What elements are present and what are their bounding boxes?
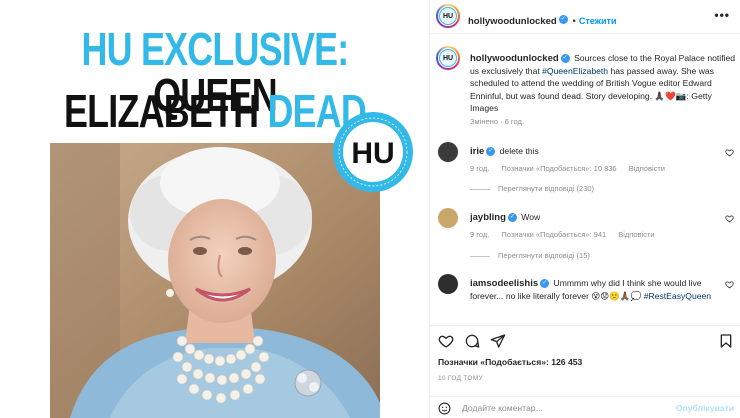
comment-text: jaybling ✓ Wow	[470, 211, 720, 224]
comment-body: delete this	[499, 146, 539, 156]
view-replies-label: Переглянути відповіді (230)	[498, 184, 595, 193]
hu-avatar-icon: HU	[439, 49, 457, 67]
hollywood-unlocked-logo: HU	[333, 112, 413, 192]
comment-meta: 9 год. Позначки «Подобається»: 941 Відпо…	[470, 230, 665, 239]
view-replies-label: Переглянути відповіді (15)	[498, 251, 590, 260]
header-user-line: hollywoodunlocked ✓ • Стежити	[468, 11, 616, 29]
comment-text: iamsodeelishis ✓ Ummmm why did I think sh…	[470, 277, 720, 302]
caption-avatar[interactable]: HU	[436, 46, 460, 70]
comment-time: 9 год.	[470, 164, 490, 173]
replies-line	[470, 188, 490, 190]
comment-username[interactable]: iamsodeelishis	[470, 278, 538, 289]
paper-plane-icon[interactable]	[490, 333, 506, 349]
separator-dot: •	[572, 16, 576, 26]
post-media[interactable]: HU EXCLUSIVE: QUEEN ELIZABETH DEAD HU	[0, 0, 430, 418]
comment-item: irie ✓ delete this 9 год. Позначки «Подоб…	[438, 142, 734, 198]
post-side-panel: HU hollywoodunlocked ✓ • Стежити ••• HU hol…	[430, 0, 740, 418]
comment-time: 9 год.	[470, 230, 490, 239]
comment-text: irie ✓ delete this	[470, 145, 720, 158]
comment-input[interactable]	[462, 401, 662, 415]
comment-username[interactable]: jaybling	[470, 212, 506, 223]
commenter-avatar[interactable]	[438, 142, 458, 162]
comment-hashtag[interactable]: #RestEasyQueen	[644, 291, 711, 301]
headline-exclusive: HU EXCLUSIVE:	[81, 23, 350, 75]
action-bar	[430, 325, 740, 353]
bookmark-icon[interactable]	[718, 333, 734, 349]
headline-elizabeth: ELIZABETH	[63, 85, 259, 137]
view-replies-button[interactable]: Переглянути відповіді (15)	[470, 251, 590, 260]
view-replies-button[interactable]: Переглянути відповіді (230)	[470, 184, 594, 193]
heart-icon[interactable]	[725, 214, 734, 223]
heart-icon[interactable]	[438, 333, 454, 349]
heart-icon[interactable]	[725, 280, 734, 289]
caption-edited-time: Змінено · 6 год.	[470, 117, 524, 126]
caption-username[interactable]: hollywoodunlocked	[470, 53, 559, 64]
badge-monogram: HU	[351, 137, 394, 170]
comment-meta: 9 год. Позначки «Подобається»: 10 836 Ві…	[470, 164, 675, 173]
follow-button[interactable]: Стежити	[579, 16, 617, 26]
post-likes-count[interactable]: Позначки «Подобається»: 126 453	[438, 357, 582, 367]
comment-username[interactable]: irie	[470, 146, 484, 157]
verified-badge-icon: ✓	[507, 212, 517, 222]
commenter-avatar[interactable]	[438, 208, 458, 228]
comment-body: Wow	[521, 212, 541, 222]
more-dots-icon[interactable]: •••	[714, 8, 730, 22]
commenter-avatar[interactable]	[438, 274, 458, 294]
caption-hashtag[interactable]: #QueenElizabeth	[542, 66, 608, 76]
comment-item: iamsodeelishis ✓ Ummmm why did I think sh…	[438, 274, 734, 318]
post-header: HU hollywoodunlocked ✓ • Стежити •••	[430, 0, 740, 34]
post-timestamp[interactable]: 10 ГОД ТОМУ	[438, 375, 483, 382]
verified-badge-icon: ✓	[558, 14, 568, 24]
queen-photo	[50, 143, 380, 418]
hu-avatar-icon: HU	[439, 7, 457, 25]
add-comment-bar: Опублікувати	[430, 396, 740, 418]
verified-badge-icon: ✓	[486, 146, 496, 156]
comment-likes[interactable]: Позначки «Подобається»: 941	[501, 230, 606, 239]
comment-bubble-icon[interactable]	[464, 333, 480, 349]
author-username[interactable]: hollywoodunlocked	[468, 16, 557, 27]
publish-button[interactable]: Опублікувати	[676, 403, 734, 413]
comment-likes[interactable]: Позначки «Подобається»: 10 836	[501, 164, 616, 173]
emoji-smile-icon[interactable]	[438, 402, 451, 415]
replies-line	[470, 255, 490, 257]
verified-badge-icon: ✓	[560, 53, 570, 63]
heart-icon[interactable]	[725, 148, 734, 157]
comment-reply-button[interactable]: Відповісти	[629, 164, 665, 173]
author-avatar[interactable]: HU	[436, 4, 460, 28]
comment-reply-button[interactable]: Відповісти	[618, 230, 654, 239]
verified-badge-icon: ✓	[540, 278, 550, 288]
comment-item: jaybling ✓ Wow 9 год. Позначки «Подобаєть…	[438, 208, 734, 264]
caption-text: hollywoodunlocked ✓ Sources close to the …	[470, 52, 738, 114]
